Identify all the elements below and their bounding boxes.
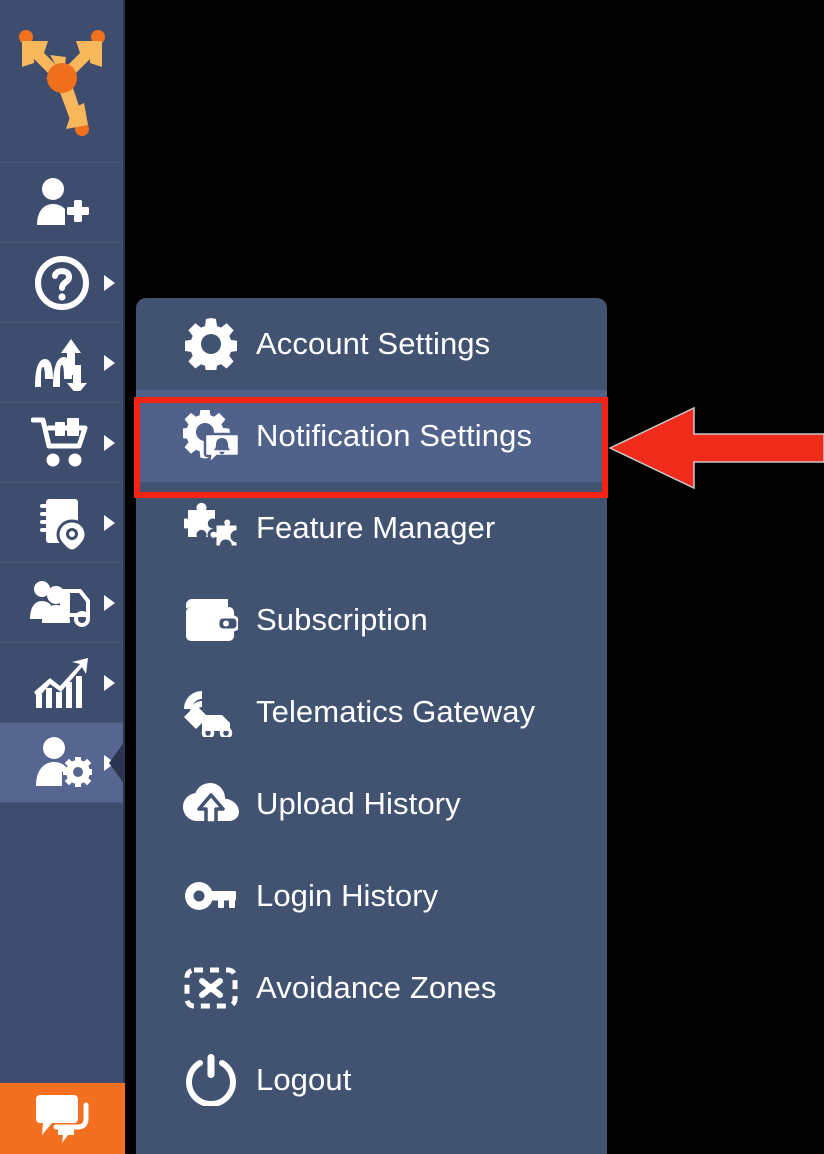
sidebar — [0, 0, 125, 1154]
menu-item-label: Telematics Gateway — [256, 694, 536, 729]
menu-item-upload-history[interactable]: Upload History — [136, 758, 607, 850]
chevron-right-icon — [104, 434, 115, 451]
menu-item-label: Account Settings — [256, 326, 491, 361]
sidebar-item-analytics[interactable] — [0, 643, 123, 723]
team-truck-icon — [29, 577, 94, 629]
chevron-right-icon — [104, 514, 115, 531]
menu-item-label: Logout — [256, 1062, 352, 1097]
menu-item-account-settings[interactable]: Account Settings — [136, 298, 607, 390]
sidebar-item-account[interactable] — [0, 723, 125, 803]
menu-item-label: Notification Settings — [256, 418, 533, 453]
menu-item-feature-manager[interactable]: Feature Manager — [136, 482, 607, 574]
gear-icon — [180, 318, 242, 370]
menu-item-label: Upload History — [256, 786, 461, 821]
chevron-right-icon — [104, 674, 115, 691]
chevron-right-icon — [104, 354, 115, 371]
menu-item-login-history[interactable]: Login History — [136, 850, 607, 942]
menu-item-label: Avoidance Zones — [256, 970, 497, 1005]
sidebar-item-add-user[interactable] — [0, 163, 123, 243]
three-arrows-route-logo-icon — [14, 25, 110, 137]
menu-item-label: Subscription — [256, 602, 428, 637]
sidebar-item-address-book[interactable] — [0, 483, 123, 563]
screen-root: Account Settings Notification Settings F… — [0, 0, 824, 1154]
chat-bubbles-icon — [34, 1094, 92, 1143]
sidebar-item-routes[interactable] — [0, 323, 123, 403]
power-icon — [180, 1054, 242, 1106]
cloud-upload-icon — [180, 783, 242, 825]
wallet-icon — [180, 597, 242, 643]
menu-item-label: Feature Manager — [256, 510, 496, 545]
menu-item-logout[interactable]: Logout — [136, 1034, 607, 1126]
shopping-cart-icon — [30, 416, 93, 470]
dashed-box-x-icon — [180, 967, 242, 1009]
route-arrows-icon — [31, 335, 93, 391]
user-gear-icon — [32, 736, 92, 790]
menu-item-telematics-gateway[interactable]: Telematics Gateway — [136, 666, 607, 758]
menu-item-notification-settings[interactable]: Notification Settings — [136, 390, 607, 482]
sidebar-item-help[interactable] — [0, 243, 123, 323]
sidebar-logo[interactable] — [0, 0, 123, 163]
growth-chart-icon — [32, 656, 92, 710]
pointer-arrow — [606, 404, 824, 492]
sidebar-empty-space — [0, 803, 123, 1078]
sidebar-item-fleet[interactable] — [0, 563, 123, 643]
satellite-truck-icon — [180, 687, 242, 737]
sidebar-item-orders[interactable] — [0, 403, 123, 483]
account-menu-panel: Account Settings Notification Settings F… — [136, 298, 607, 1154]
key-icon — [180, 881, 242, 911]
selection-notch — [109, 740, 125, 785]
gear-notification-bell-icon — [180, 410, 242, 462]
puzzle-pieces-icon — [180, 502, 242, 554]
chevron-right-icon — [104, 274, 115, 291]
add-user-icon — [33, 177, 91, 229]
chevron-right-icon — [104, 594, 115, 611]
menu-item-avoidance-zones[interactable]: Avoidance Zones — [136, 942, 607, 1034]
support-chat-button[interactable] — [0, 1083, 125, 1154]
address-book-location-icon — [34, 495, 90, 551]
menu-item-subscription[interactable]: Subscription — [136, 574, 607, 666]
menu-item-label: Login History — [256, 878, 439, 913]
question-circle-icon — [34, 255, 90, 311]
